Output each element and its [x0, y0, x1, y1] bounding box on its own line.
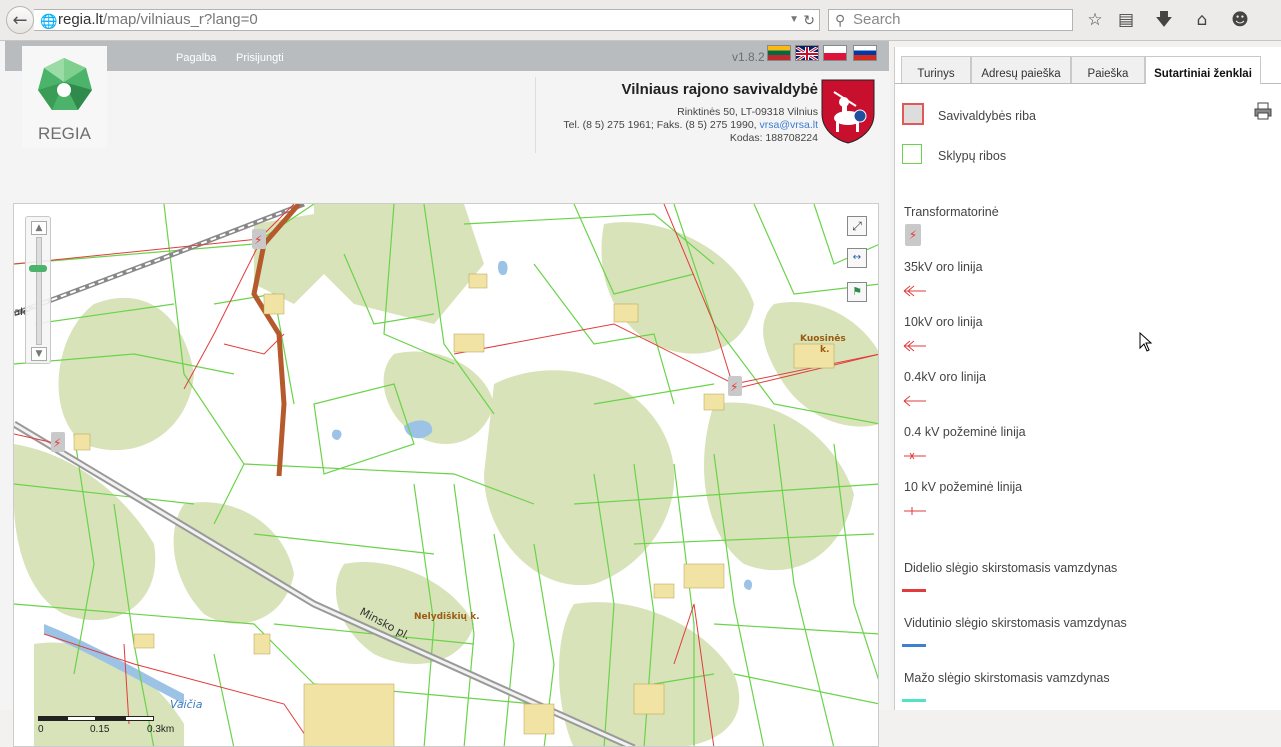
header-divider [535, 77, 536, 153]
print-icon[interactable] [1254, 102, 1272, 120]
svg-text:⚡: ⚡ [53, 436, 61, 450]
logo-text: REGIA [38, 124, 91, 143]
coat-of-arms-icon [820, 78, 876, 144]
legend-label-transformatorine: Transformatorinė [904, 205, 999, 219]
10kv-line-symbol [903, 340, 926, 352]
svg-text:⚡: ⚡ [254, 233, 262, 247]
zoom-slider[interactable]: ▲ ▼ [25, 216, 51, 364]
legend-label-10kv-pozemine: 10 kV požeminė linija [904, 480, 1023, 494]
url-text[interactable]: regia.lt/map/vilniaus_r?lang=0 [58, 10, 258, 30]
contacts-text: Tel. (8 5) 275 1961; Faks. (8 5) 275 199… [563, 119, 760, 131]
search-icon: ⚲ [835, 12, 846, 28]
reload-icon[interactable]: ↻ [803, 10, 815, 30]
zoom-handle[interactable] [29, 265, 47, 272]
regia-logo-icon [38, 58, 92, 110]
legend-label-didelio-slegio: Didelio slėgio skirstomasis vamzdynas [904, 561, 1118, 575]
url-path: /map/vilniaus_r?lang=0 [103, 11, 258, 28]
medium-pressure-pipe-symbol [902, 644, 926, 647]
smiley-icon[interactable]: ☻ [1228, 9, 1252, 31]
legend-label-04kv-oro: 0.4kV oro linija [904, 370, 986, 384]
scale-tick-0: 0 [38, 724, 44, 735]
village-label-nelydiskiu: Nelydiškių k. [414, 611, 480, 622]
version-label: v1.8.2 [732, 50, 765, 64]
regia-logo[interactable]: REGIA [22, 46, 107, 148]
municipality-title: Vilniaus rajono savivaldybė [621, 81, 818, 98]
04kv-line-symbol [903, 395, 926, 407]
download-icon[interactable]: 🡇 [1152, 9, 1176, 31]
flag-icon[interactable]: ⚑ [847, 282, 867, 302]
legend-label-10kv-oro: 10kV oro linija [904, 315, 983, 329]
municipality-boundary-symbol [902, 103, 924, 125]
tab-sutartiniai-zenklai[interactable]: Sutartiniai ženklai [1145, 56, 1261, 84]
tab-turinys[interactable]: Turinys [901, 56, 971, 83]
legend-label-mazo-slegio: Mažo slėgio skirstomasis vamzdynas [904, 671, 1110, 685]
globe-icon: 🌐 [40, 13, 58, 29]
russia-flag[interactable] [853, 45, 877, 61]
search-input[interactable]: ⚲ Search [828, 9, 1073, 31]
scale-bar [38, 716, 156, 722]
scale-tick-03: 0.3km [147, 724, 175, 735]
legend-label-vidutinio-slegio: Vidutinio slėgio skirstomasis vamzdynas [904, 616, 1127, 630]
municipality-info: Vilniaus rajono savivaldybė Rinktinės 50… [563, 81, 818, 145]
map-view[interactable]: ⚡ ⚡ ⚡ Minsko pl. Nelydiškių k. Kuosinės … [13, 203, 879, 747]
url-domain: regia.lt [58, 11, 104, 28]
regia-page: Pagalba Prisijungti v1.8.2 REGIA Vilniau… [0, 41, 890, 747]
reading-list-icon[interactable]: ▤ [1114, 9, 1138, 31]
low-pressure-pipe-symbol [902, 699, 926, 702]
home-icon[interactable]: ⌂ [1190, 9, 1214, 31]
zoom-track [36, 237, 42, 345]
email-link[interactable]: vrsa@vrsa.lt [760, 119, 819, 131]
lithuania-flag[interactable] [767, 45, 791, 61]
municipality-contacts: Tel. (8 5) 275 1961; Faks. (8 5) 275 199… [563, 119, 818, 132]
zoom-out-icon[interactable]: ▼ [31, 347, 47, 361]
mouse-cursor-icon [1139, 332, 1153, 352]
side-panel: Turinys Adresų paieška Paieška Sutartini… [894, 47, 1281, 710]
legend-label-04kv-pozemine: 0.4 kV požeminė linija [904, 425, 1026, 439]
bookmark-star-icon[interactable]: ☆ [1083, 9, 1107, 31]
fullscreen-icon[interactable]: ⤢ [847, 216, 867, 236]
zoom-in-icon[interactable]: ▲ [31, 221, 47, 235]
url-bar[interactable]: 🌐 regia.lt/map/vilniaus_r?lang=0 ▼ ↻ [34, 9, 820, 31]
village-label-kuosines-k: k. [820, 345, 829, 355]
legend-label-35kv-oro: 35kV oro linija [904, 260, 983, 274]
back-icon[interactable]: ← [6, 6, 34, 34]
measure-icon[interactable]: ↔ [847, 248, 867, 268]
village-label-kuosines: Kuosinės [800, 334, 846, 344]
river-label: Vaičia [170, 698, 203, 711]
parcel-boundary-symbol [902, 144, 922, 164]
uk-flag[interactable] [795, 45, 819, 61]
nav-help-link[interactable]: Pagalba [176, 52, 216, 64]
svg-text:⚡: ⚡ [730, 380, 738, 394]
high-pressure-pipe-symbol [902, 589, 926, 592]
dropdown-icon[interactable]: ▼ [789, 10, 799, 30]
35kv-line-symbol [903, 285, 926, 297]
04kv-underground-symbol [904, 452, 926, 460]
legend-label-savivaldybes-riba: Savivaldybės riba [938, 109, 1036, 123]
10kv-underground-symbol [904, 507, 926, 515]
nav-login-link[interactable]: Prisijungti [236, 52, 284, 64]
search-placeholder: Search [853, 11, 901, 28]
municipality-code: Kodas: 188708224 [729, 132, 818, 144]
panel-tabs: Turinys Adresų paieška Paieška Sutartini… [895, 51, 1281, 84]
poland-flag[interactable] [823, 45, 847, 61]
transformer-icon: ⚡ [905, 224, 921, 246]
scale-tick-015: 0.15 [90, 724, 110, 735]
municipality-address: Rinktinės 50, LT-09318 Vilnius [677, 106, 818, 118]
top-nav: Pagalba Prisijungti v1.8.2 [5, 41, 889, 71]
legend-label-sklypu-ribos: Sklypų ribos [938, 149, 1007, 163]
tab-adresu-paieska[interactable]: Adresų paieška [971, 56, 1071, 83]
browser-toolbar: ← 🌐 regia.lt/map/vilniaus_r?lang=0 ▼ ↻ ⚲… [0, 0, 1281, 41]
tab-paieska[interactable]: Paieška [1071, 56, 1145, 83]
